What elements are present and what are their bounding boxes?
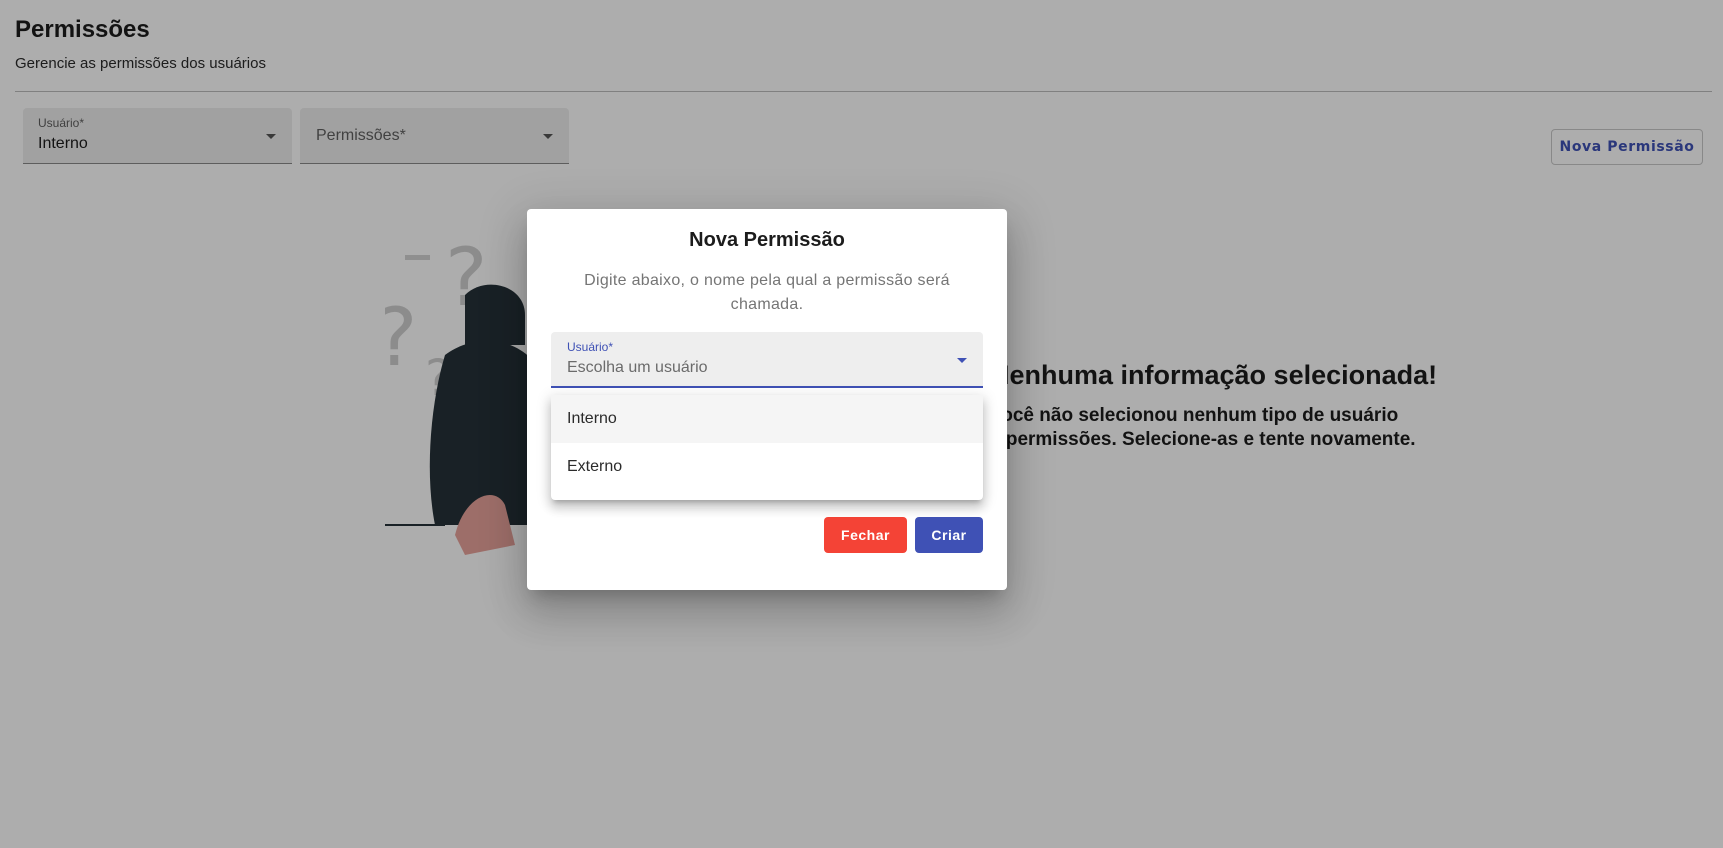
dropdown-option-externo[interactable]: Externo (551, 443, 983, 491)
dialog-title: Nova Permissão (689, 229, 845, 251)
dialog-user-select[interactable]: Usuário* Escolha um usuário (551, 332, 983, 388)
create-button[interactable]: Criar (915, 517, 983, 553)
dropdown-option-interno[interactable]: Interno (551, 395, 983, 443)
caret-down-icon (957, 358, 967, 363)
dialog-user-select-placeholder: Escolha um usuário (567, 359, 708, 376)
dialog-user-select-label: Usuário* (567, 340, 614, 354)
dialog-description: Digite abaixo, o nome pela qual a permis… (584, 272, 950, 313)
close-button[interactable]: Fechar (824, 517, 907, 553)
user-options-dropdown: Interno Externo (551, 395, 983, 500)
